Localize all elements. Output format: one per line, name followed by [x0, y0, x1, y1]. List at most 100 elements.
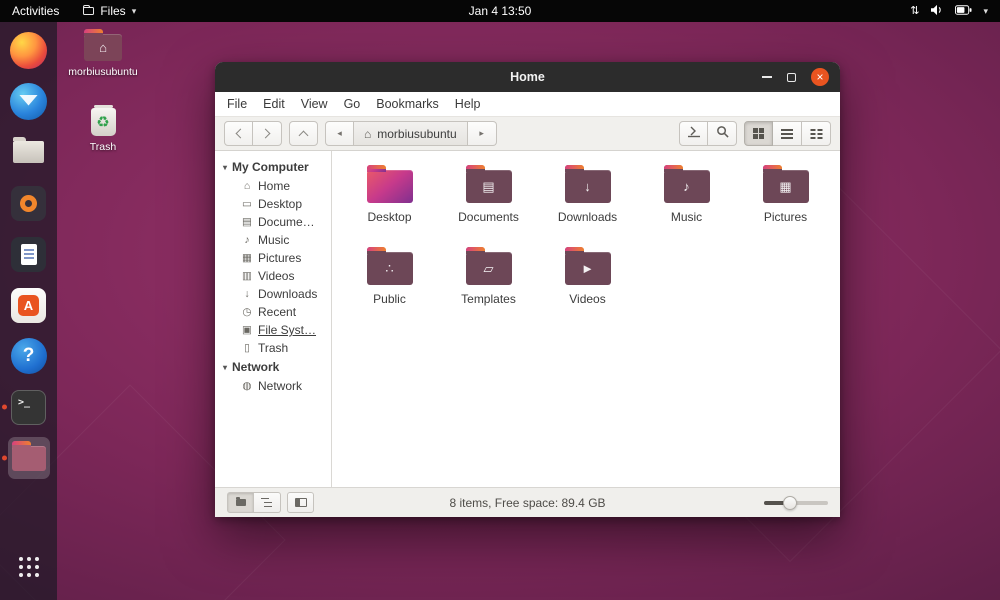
- folder-pictures[interactable]: ▦ Pictures: [736, 163, 835, 245]
- system-status-area[interactable]: ⇅ ▾: [910, 0, 1000, 22]
- status-bar: 8 items, Free space: 89.4 GB: [215, 487, 840, 517]
- volume-icon: [930, 4, 944, 19]
- folder-icon: ▱: [465, 247, 512, 285]
- terminal-icon: >_: [11, 389, 46, 425]
- up-button[interactable]: [289, 121, 318, 146]
- places-mode-button[interactable]: [227, 492, 254, 513]
- chevron-right-icon: [260, 128, 271, 139]
- top-bar: Activities Files ▾ Jan 4 13:50 ⇅ ▾: [0, 0, 1000, 22]
- folder-videos[interactable]: ► Videos: [538, 245, 637, 327]
- sidebar-item-network[interactable]: ◍ Network: [215, 377, 331, 395]
- menu-file[interactable]: File: [219, 94, 255, 114]
- compact-view-button[interactable]: [802, 121, 831, 146]
- toggle-location-bar-button[interactable]: [679, 121, 708, 146]
- firefox-icon: [10, 31, 47, 69]
- dock-item-firefox[interactable]: [8, 29, 50, 71]
- forward-button[interactable]: [253, 121, 282, 146]
- dock: A ? >_: [0, 22, 57, 600]
- sidebar-mode-buttons: [227, 492, 281, 513]
- sidebar-section-my-computer[interactable]: ▾ My Computer: [215, 157, 331, 177]
- activities-label: Activities: [12, 4, 60, 18]
- sidebar-item-recent[interactable]: ◷ Recent: [215, 303, 331, 321]
- home-folder-icon: ⌂: [84, 29, 122, 61]
- sidebar-item-downloads[interactable]: ↓ Downloads: [215, 285, 331, 303]
- dock-item-libreoffice-writer[interactable]: [8, 233, 50, 275]
- folder-icon: ▦: [762, 165, 809, 203]
- window-titlebar[interactable]: Home ×: [215, 62, 840, 92]
- clock-label: Jan 4 13:50: [468, 4, 532, 18]
- tree-mode-button[interactable]: [254, 492, 281, 513]
- breadcrumb-scroll-right-button[interactable]: ▸: [467, 121, 497, 146]
- desktop-icon-trash[interactable]: ♻ Trash: [63, 105, 143, 153]
- menu-go[interactable]: Go: [336, 94, 369, 114]
- app-menu-button[interactable]: Files ▾: [71, 0, 148, 22]
- clock[interactable]: Jan 4 13:50: [459, 0, 542, 22]
- dock-item-file-manager[interactable]: [7, 437, 50, 479]
- dock-item-rhythmbox[interactable]: [8, 182, 50, 224]
- desktop-icon-label: Trash: [89, 141, 117, 153]
- dock-item-thunderbird[interactable]: [8, 80, 50, 122]
- folder-public[interactable]: ∴ Public: [340, 245, 439, 327]
- disk-icon: ▣: [242, 323, 252, 336]
- back-button[interactable]: [224, 121, 253, 146]
- sidebar-item-trash[interactable]: ▯ Trash: [215, 339, 331, 357]
- grid-view-icon: [753, 128, 758, 133]
- dock-item-ubuntu-software[interactable]: A: [8, 284, 50, 326]
- maximize-button[interactable]: [787, 72, 796, 82]
- list-view-button[interactable]: [773, 121, 802, 146]
- view-toggle-buttons: [744, 121, 831, 146]
- help-icon: ?: [10, 338, 47, 374]
- share-emblem-icon: ∴: [385, 260, 394, 276]
- menu-edit[interactable]: Edit: [255, 94, 293, 114]
- close-button[interactable]: ×: [811, 68, 829, 86]
- sidebar-item-file-system[interactable]: ▣ File Syst…: [215, 321, 331, 339]
- download-icon: ↓: [244, 287, 250, 300]
- sidebar-item-pictures[interactable]: ▦ Pictures: [215, 249, 331, 267]
- toggle-sidebar-button[interactable]: [287, 492, 314, 513]
- sidebar-section-network[interactable]: ▾ Network: [215, 357, 331, 377]
- status-text: 8 items, Free space: 89.4 GB: [449, 495, 606, 510]
- document-icon: ▤: [242, 215, 252, 228]
- dock-item-files[interactable]: [8, 131, 50, 173]
- sidebar-item-music[interactable]: ♪ Music: [215, 231, 331, 249]
- folder-emblem-icon: [367, 170, 413, 203]
- clock-icon: ◷: [242, 305, 252, 318]
- icon-view-button[interactable]: [744, 121, 773, 146]
- folder-downloads[interactable]: ↓ Downloads: [538, 163, 637, 245]
- desktop-icon-home[interactable]: ⌂ morbiusubuntu: [63, 29, 143, 78]
- section-header-label: Network: [232, 360, 280, 374]
- breadcrumb-home-button[interactable]: ⌂ morbiusubuntu: [354, 121, 468, 146]
- file-manager-icon: [11, 440, 46, 471]
- files-app-icon: [83, 4, 95, 15]
- libreoffice-writer-icon: [11, 236, 46, 272]
- menu-help[interactable]: Help: [447, 94, 489, 114]
- sidebar-item-videos[interactable]: ▥ Videos: [215, 267, 331, 285]
- nav-buttons: [224, 121, 282, 146]
- sidebar-item-home[interactable]: ⌂ Home: [215, 177, 331, 195]
- document-emblem-icon: ▤: [482, 178, 495, 194]
- folder-documents[interactable]: ▤ Documents: [439, 163, 538, 245]
- compact-view-icon: [810, 128, 815, 131]
- home-icon: ⌂: [364, 126, 372, 141]
- triangle-down-icon: ▾: [223, 362, 228, 372]
- section-header-label: My Computer: [232, 160, 309, 174]
- activities-button[interactable]: Activities: [0, 0, 71, 22]
- zoom-slider-thumb[interactable]: [782, 495, 797, 510]
- breadcrumb-scroll-left-button[interactable]: ◂: [325, 121, 354, 146]
- zoom-slider[interactable]: [764, 495, 828, 510]
- folder-icon: ▤: [465, 165, 512, 203]
- sidebar-item-desktop[interactable]: ▭ Desktop: [215, 195, 331, 213]
- dock-item-terminal[interactable]: >_: [8, 386, 50, 428]
- icon-view[interactable]: Desktop ▤ Documents ↓ Downloads ♪ Music: [332, 151, 840, 487]
- minimize-button[interactable]: [762, 76, 772, 78]
- show-applications-button[interactable]: [8, 546, 50, 588]
- dock-item-help[interactable]: ?: [8, 335, 50, 377]
- search-button[interactable]: [708, 121, 737, 146]
- folder-templates[interactable]: ▱ Templates: [439, 245, 538, 327]
- menu-view[interactable]: View: [293, 94, 336, 114]
- menu-bookmarks[interactable]: Bookmarks: [368, 94, 447, 114]
- sidebar-item-documents[interactable]: ▤ Docume…: [215, 213, 331, 231]
- folder-music[interactable]: ♪ Music: [637, 163, 736, 245]
- folder-icon: ►: [564, 247, 611, 285]
- folder-desktop[interactable]: Desktop: [340, 163, 439, 245]
